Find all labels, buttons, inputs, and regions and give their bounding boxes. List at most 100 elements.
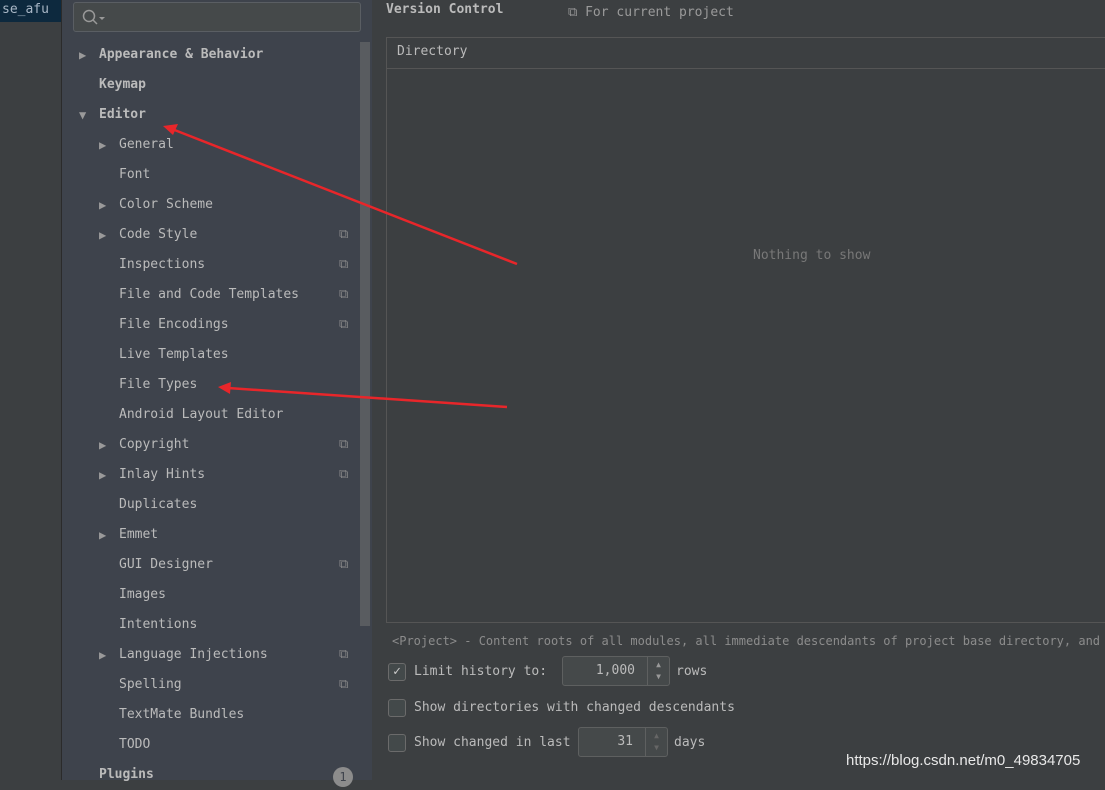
limit-history-label: Limit history to: — [414, 664, 548, 679]
limit-unit: rows — [676, 664, 708, 679]
tree-item-label: Live Templates — [119, 347, 229, 362]
sidebar-scrollbar[interactable] — [360, 42, 370, 626]
tree-item[interactable]: File and Code Templates — [99, 280, 339, 310]
tree-item[interactable]: ▶ General — [99, 130, 339, 160]
project-scope-copy-icon: ⧉ — [339, 257, 349, 272]
watermark: https://blog.csdn.net/m0_49834705 — [846, 752, 1081, 769]
days-spinner[interactable]: 31 ▲ ▼ — [578, 727, 668, 757]
tree-item-label: Android Layout Editor — [119, 407, 284, 422]
tree-item-label: Inspections — [119, 257, 206, 272]
empty-state: Nothing to show — [753, 248, 871, 263]
limit-history-option: ✓ Limit history to: 1,000 ▲ ▼ rows — [388, 656, 707, 686]
settings-search-input[interactable] — [73, 2, 361, 32]
limit-history-spinner[interactable]: 1,000 ▲ ▼ — [562, 656, 670, 686]
limit-history-checkbox[interactable]: ✓ — [388, 663, 406, 681]
tree-item[interactable]: GUI Designer — [99, 550, 339, 580]
tree-item-label: File Encodings — [119, 317, 229, 332]
days-unit: days — [674, 735, 706, 750]
project-scope-copy-icon: ⧉ — [339, 317, 349, 332]
tree-item[interactable]: Live Templates — [99, 340, 339, 370]
tree-item-label: General — [119, 137, 174, 152]
left-tool-strip: se_afu — [0, 0, 62, 780]
tree-item[interactable]: ▶ Copyright — [99, 430, 339, 460]
tree-item[interactable]: ▼ Editor — [79, 100, 339, 130]
expand-arrow-icon[interactable]: ▶ — [99, 520, 113, 550]
expand-arrow-icon[interactable]: ▶ — [79, 40, 93, 70]
tree-item[interactable]: ▶ Inlay Hints — [99, 460, 339, 490]
show-dirs-label: Show directories with changed descendant… — [414, 700, 735, 715]
tree-item[interactable]: TODO — [99, 730, 339, 760]
tree-item-label: Keymap — [99, 77, 146, 92]
tree-item-label: Inlay Hints — [119, 467, 206, 482]
tree-item-label: Images — [119, 587, 166, 602]
tree-item[interactable]: Inspections — [99, 250, 339, 280]
project-scope-copy-icon: ⧉ — [339, 437, 349, 452]
column-header-directory[interactable]: Directory — [387, 38, 1105, 69]
copy-icon: ⧉ — [568, 5, 586, 20]
show-dirs-checkbox[interactable] — [388, 699, 406, 717]
spinner-arrows-icon[interactable]: ▲ ▼ — [647, 657, 669, 685]
tree-item-label: Emmet — [119, 527, 159, 542]
expand-arrow-icon[interactable]: ▶ — [99, 190, 113, 220]
tree-item-label: Intentions — [119, 617, 198, 632]
tree-item[interactable]: ▶ Appearance & Behavior — [79, 40, 339, 70]
tree-item[interactable]: Spelling — [99, 670, 339, 700]
show-changed-label: Show changed in last — [414, 735, 571, 750]
page-title: Version Control — [386, 2, 504, 17]
tree-item-label: GUI Designer — [119, 557, 213, 572]
tree-item-label: Language Injections — [119, 647, 268, 662]
version-control-panel: Version Control ⧉ For current project Di… — [372, 0, 1105, 780]
tree-item-label: Copyright — [119, 437, 190, 452]
tree-item-label: TODO — [119, 737, 151, 752]
search-icon — [82, 9, 105, 25]
tree-item[interactable]: Android Layout Editor — [99, 400, 339, 430]
tree-item[interactable]: ▶ Code Style — [99, 220, 339, 250]
project-tab[interactable]: se_afu — [0, 0, 61, 22]
collapse-arrow-icon[interactable]: ▼ — [79, 100, 93, 130]
tree-item-label: Code Style — [119, 227, 198, 242]
tree-item-label: Spelling — [119, 677, 182, 692]
project-scope-copy-icon: ⧉ — [339, 287, 349, 302]
expand-arrow-icon[interactable]: ▶ — [99, 640, 113, 670]
project-scope-copy-icon: ⧉ — [339, 227, 349, 242]
directory-table[interactable]: Directory Nothing to show — [386, 37, 1105, 623]
show-dirs-option: Show directories with changed descendant… — [388, 696, 735, 720]
tree-item-label: Duplicates — [119, 497, 198, 512]
tree-item[interactable]: TextMate Bundles — [99, 700, 339, 730]
tree-item[interactable]: Font — [99, 160, 339, 190]
tree-item-label: TextMate Bundles — [119, 707, 245, 722]
expand-arrow-icon[interactable]: ▶ — [99, 460, 113, 490]
tree-item[interactable]: Images — [99, 580, 339, 610]
tree-item[interactable]: File Encodings — [99, 310, 339, 340]
tree-item[interactable]: ▶ Language Injections — [99, 640, 339, 670]
tree-item-label: Editor — [99, 107, 146, 122]
tree-item[interactable]: Keymap — [79, 70, 339, 100]
tree-item[interactable]: ▶ Color Scheme — [99, 190, 339, 220]
tree-item[interactable]: File Types — [99, 370, 339, 400]
expand-arrow-icon[interactable]: ▶ — [99, 430, 113, 460]
settings-sidebar: ▶ Appearance & Behavior Keymap ▼ Editor ▶ Gene… — [62, 0, 372, 787]
limit-value: 1,000 — [595, 663, 635, 678]
tree-item-label: File and Code Templates — [119, 287, 300, 302]
project-hint: <Project> - Content roots of all modules… — [392, 634, 1105, 648]
tree-item[interactable]: ▶ Emmet — [99, 520, 339, 550]
days-value: 31 — [617, 734, 633, 749]
show-changed-checkbox[interactable] — [388, 734, 406, 752]
tree-item-label: Color Scheme — [119, 197, 213, 212]
project-scope-copy-icon: ⧉ — [339, 647, 349, 662]
plugins-update-badge: 1 — [333, 767, 353, 787]
tree-item[interactable]: Duplicates — [99, 490, 339, 520]
show-changed-option: Show changed in last 31 ▲ ▼ days — [388, 727, 705, 757]
scope-note: ⧉ For current project — [568, 5, 734, 20]
expand-arrow-icon[interactable]: ▶ — [99, 130, 113, 160]
project-scope-copy-icon: ⧉ — [339, 557, 349, 572]
expand-arrow-icon[interactable]: ▶ — [99, 220, 113, 250]
tree-item[interactable]: Plugins — [79, 760, 339, 790]
scope-label: For current project — [585, 5, 734, 20]
tree-item-label: Font — [119, 167, 151, 182]
tree-item-label: Appearance & Behavior — [99, 47, 264, 62]
tree-item[interactable]: Intentions — [99, 610, 339, 640]
project-scope-copy-icon: ⧉ — [339, 677, 349, 692]
project-scope-copy-icon: ⧉ — [339, 467, 349, 482]
spinner-arrows-icon[interactable]: ▲ ▼ — [645, 728, 667, 756]
